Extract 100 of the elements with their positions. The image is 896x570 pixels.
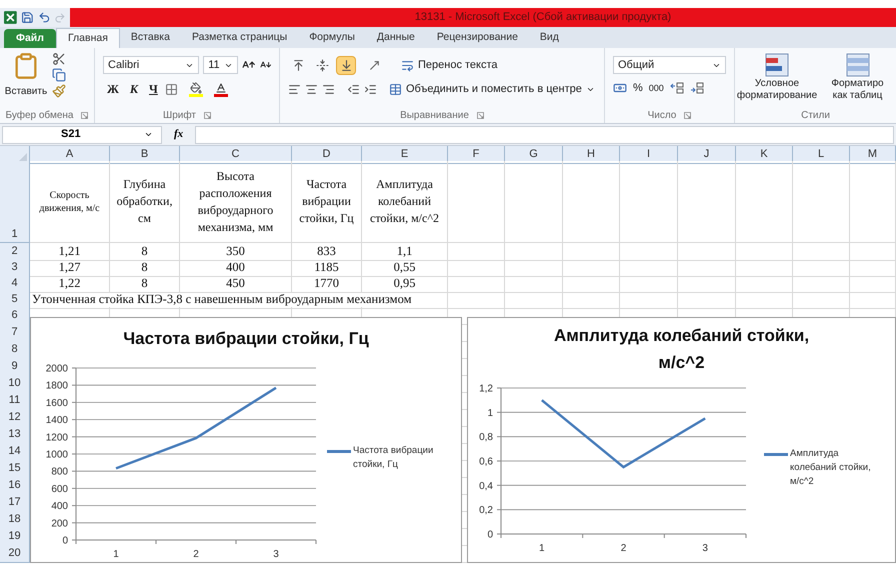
empty-cell[interactable] bbox=[505, 259, 563, 276]
borders-icon[interactable] bbox=[164, 82, 178, 96]
vertical-align-button[interactable] bbox=[336, 56, 356, 75]
align-center-icon[interactable] bbox=[305, 82, 318, 96]
ribbon-tab[interactable]: Главная bbox=[56, 28, 120, 48]
empty-cell[interactable] bbox=[563, 243, 620, 260]
row-header[interactable]: 9 bbox=[0, 358, 30, 376]
styles-button[interactable]: Форматиро как таблиц bbox=[823, 52, 892, 102]
empty-cell[interactable] bbox=[793, 259, 850, 276]
italic-button[interactable]: К bbox=[126, 80, 142, 98]
empty-cell[interactable] bbox=[793, 275, 850, 292]
empty-cell[interactable] bbox=[678, 291, 736, 308]
indent-decrease-icon[interactable] bbox=[347, 82, 360, 96]
column-header[interactable]: C bbox=[180, 146, 292, 164]
empty-cell[interactable] bbox=[620, 243, 678, 260]
align-left-icon[interactable] bbox=[288, 82, 301, 96]
empty-cell[interactable] bbox=[678, 243, 736, 260]
insert-function-button[interactable]: fx bbox=[166, 126, 192, 143]
empty-cell[interactable] bbox=[505, 243, 563, 260]
wrap-text-button[interactable]: Перенос текста bbox=[401, 57, 498, 74]
empty-cell[interactable] bbox=[563, 275, 620, 292]
decimal-decrease-icon[interactable] bbox=[690, 82, 704, 94]
empty-cell[interactable] bbox=[678, 259, 736, 276]
column-header[interactable]: E bbox=[362, 146, 448, 164]
empty-cell[interactable] bbox=[850, 259, 896, 276]
empty-cell[interactable] bbox=[448, 259, 505, 276]
indent-increase-icon[interactable] bbox=[364, 82, 377, 96]
column-header[interactable]: B bbox=[110, 146, 180, 164]
empty-cell[interactable] bbox=[736, 259, 793, 276]
dialog-launcher-icon[interactable] bbox=[81, 112, 88, 119]
column-header[interactable]: M bbox=[850, 146, 896, 164]
empty-cell[interactable] bbox=[563, 161, 620, 243]
empty-cell[interactable] bbox=[736, 161, 793, 243]
dialog-launcher-icon[interactable] bbox=[684, 112, 692, 119]
orientation-icon[interactable] bbox=[368, 59, 381, 72]
save-icon[interactable] bbox=[20, 11, 34, 24]
empty-cell[interactable] bbox=[850, 291, 896, 308]
ribbon-tab[interactable]: Формулы bbox=[298, 28, 366, 48]
align-right-icon[interactable] bbox=[322, 82, 335, 96]
spreadsheet-logo-icon[interactable] bbox=[4, 11, 17, 24]
decimal-increase-icon[interactable] bbox=[670, 82, 684, 94]
empty-cell[interactable] bbox=[448, 243, 505, 260]
dialog-launcher-icon[interactable] bbox=[204, 112, 211, 119]
empty-cell[interactable] bbox=[678, 275, 736, 292]
row-header[interactable]: 10 bbox=[0, 375, 30, 392]
column-header[interactable]: I bbox=[620, 146, 678, 164]
empty-cell[interactable] bbox=[736, 243, 793, 260]
row-header[interactable]: 18 bbox=[0, 511, 30, 528]
ribbon-tab[interactable]: Вид bbox=[528, 28, 570, 48]
empty-cell[interactable] bbox=[448, 161, 505, 243]
ribbon-tab[interactable]: Данные bbox=[366, 28, 426, 48]
row-header[interactable]: 8 bbox=[0, 341, 30, 358]
merge-button[interactable]: Объединить и поместить в центре bbox=[389, 81, 595, 98]
paste-button[interactable]: Вставить bbox=[4, 52, 48, 99]
empty-cell[interactable] bbox=[620, 161, 678, 243]
ribbon-tab[interactable]: Рецензирование bbox=[426, 28, 529, 48]
empty-cell[interactable] bbox=[620, 275, 678, 292]
empty-cell[interactable] bbox=[505, 291, 563, 308]
empty-cell[interactable] bbox=[736, 291, 793, 308]
font-size-field[interactable]: 11 bbox=[203, 56, 238, 74]
redo-icon[interactable] bbox=[54, 12, 66, 24]
dialog-launcher-icon[interactable] bbox=[476, 112, 484, 119]
column-header[interactable]: K bbox=[736, 146, 793, 164]
empty-cell[interactable] bbox=[793, 291, 850, 308]
ribbon-tab[interactable]: Файл bbox=[4, 29, 56, 48]
undo-icon[interactable] bbox=[38, 11, 50, 24]
font-name-field[interactable]: Calibri bbox=[103, 56, 200, 74]
name-box[interactable]: S21 bbox=[2, 126, 162, 144]
formula-field[interactable] bbox=[195, 126, 894, 144]
thousands-button[interactable]: 000 bbox=[648, 82, 664, 95]
column-header[interactable]: L bbox=[793, 146, 850, 164]
column-header[interactable]: J bbox=[678, 146, 736, 164]
empty-cell[interactable] bbox=[448, 275, 505, 292]
empty-cell[interactable] bbox=[620, 259, 678, 276]
row-header[interactable]: 13 bbox=[0, 426, 30, 444]
row-header[interactable]: 16 bbox=[0, 477, 30, 494]
empty-cell[interactable] bbox=[678, 161, 736, 243]
bold-button[interactable]: Ж bbox=[103, 80, 123, 98]
column-header[interactable]: H bbox=[563, 146, 620, 164]
row-header[interactable]: 12 bbox=[0, 409, 30, 426]
ribbon-tab[interactable]: Разметка страницы bbox=[180, 28, 298, 48]
fill-color-icon[interactable] bbox=[188, 82, 203, 96]
column-header[interactable]: A bbox=[30, 146, 110, 164]
row-header[interactable]: 17 bbox=[0, 494, 30, 512]
empty-cell[interactable] bbox=[850, 161, 896, 243]
empty-cell[interactable] bbox=[563, 259, 620, 276]
styles-button[interactable]: Условное форматирование bbox=[739, 52, 815, 102]
percent-button[interactable]: % bbox=[633, 80, 643, 96]
scissors-icon[interactable] bbox=[52, 52, 66, 66]
row-header[interactable]: 6 bbox=[0, 307, 30, 324]
font-color-icon[interactable] bbox=[214, 82, 228, 96]
copy-icon[interactable] bbox=[52, 68, 66, 82]
ribbon-tab[interactable]: Вставка bbox=[120, 28, 181, 48]
row-header[interactable]: 11 bbox=[0, 392, 30, 410]
empty-cell[interactable] bbox=[505, 161, 563, 243]
paintbrush-icon[interactable] bbox=[52, 84, 66, 98]
column-header[interactable]: G bbox=[505, 146, 563, 164]
empty-cell[interactable] bbox=[620, 291, 678, 308]
underline-button[interactable]: Ч bbox=[145, 80, 162, 98]
empty-cell[interactable] bbox=[850, 275, 896, 292]
